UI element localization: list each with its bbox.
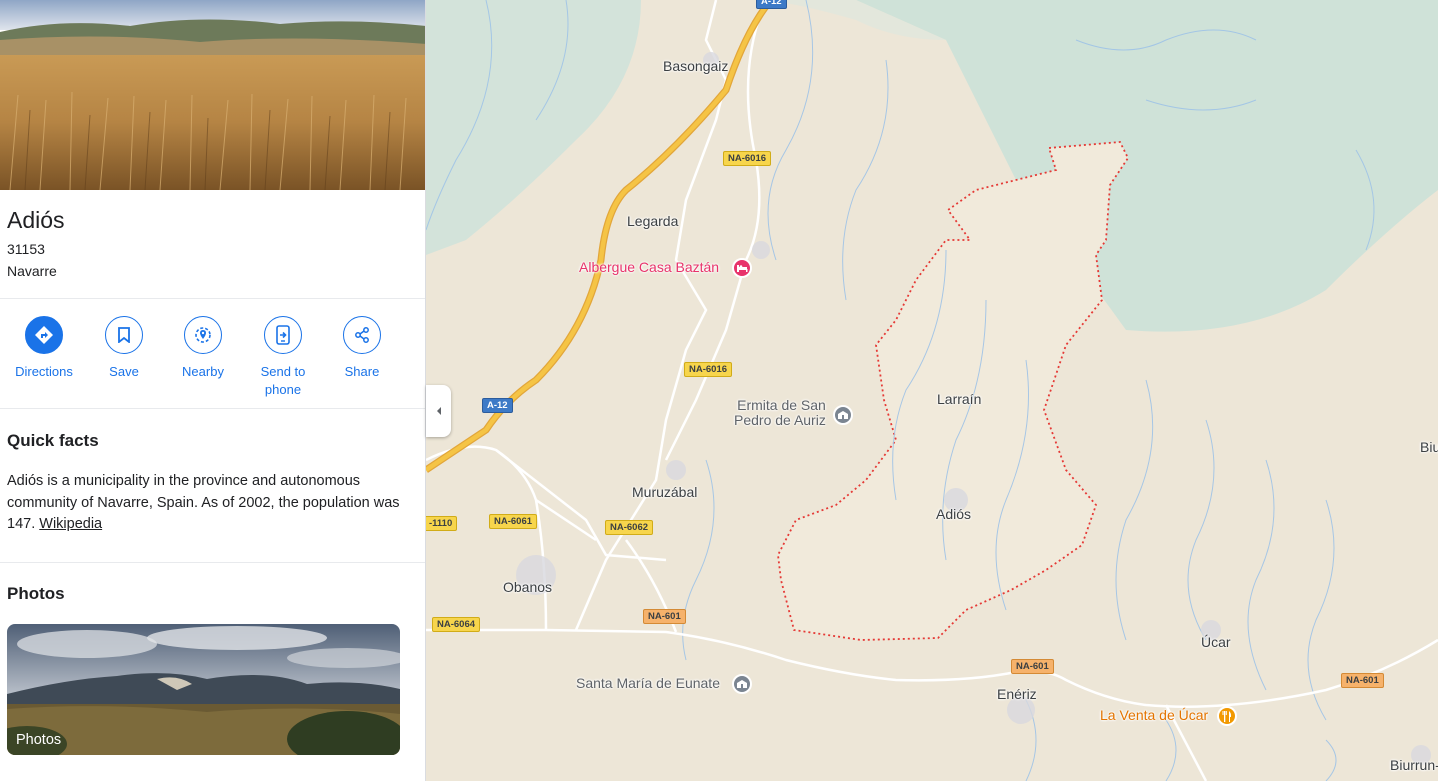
- map-label-muruzabal[interactable]: Muruzábal: [632, 484, 697, 500]
- map-label-basongaiz[interactable]: Basongaiz: [663, 58, 728, 74]
- send-to-phone-button[interactable]: Send to phone: [243, 316, 323, 399]
- nearby-icon: [184, 316, 222, 354]
- send-to-phone-label: Send to phone: [260, 364, 306, 397]
- place-side-panel: Adiós 31153 Navarre Directions Save Near…: [0, 0, 426, 781]
- map-label-eneriz[interactable]: Enériz: [997, 686, 1037, 702]
- photos-card-image: [7, 624, 400, 755]
- collapse-panel-button[interactable]: [426, 385, 451, 437]
- directions-button[interactable]: Directions: [4, 316, 84, 381]
- road-shield-na601: NA-601: [1011, 659, 1054, 674]
- map-label-ucar[interactable]: Úcar: [1201, 634, 1231, 650]
- share-button[interactable]: Share: [322, 316, 402, 381]
- nearby-label: Nearby: [182, 364, 224, 379]
- photos-title: Photos: [7, 584, 65, 603]
- road-shield-na6062: NA-6062: [605, 520, 654, 535]
- road-shield-na6016: NA-6016: [723, 151, 772, 166]
- poi-label-ermita-line2: Pedro de Auriz: [734, 412, 826, 428]
- road-shield-na601: NA-601: [643, 609, 686, 624]
- directions-label: Directions: [15, 364, 73, 379]
- quick-facts-description: Adiós is a municipality in the province …: [7, 471, 407, 536]
- photos-card-label: Photos: [16, 732, 62, 748]
- map-label-adios[interactable]: Adiós: [936, 506, 971, 522]
- poi-label-ermita-line1: Ermita de San: [737, 397, 826, 413]
- map-label-obanos[interactable]: Obanos: [503, 579, 552, 595]
- save-button[interactable]: Save: [84, 316, 164, 381]
- send-to-phone-icon: [264, 316, 302, 354]
- map-label-legarda[interactable]: Legarda: [627, 213, 678, 229]
- divider: [0, 562, 425, 563]
- bookmark-icon: [105, 316, 143, 354]
- place-postal-code: 31153: [7, 241, 45, 257]
- map-label-larrain[interactable]: Larraín: [937, 391, 981, 407]
- wikipedia-link[interactable]: Wikipedia: [39, 516, 102, 532]
- divider: [0, 298, 425, 299]
- map-label-biu[interactable]: Biu: [1420, 439, 1438, 455]
- road-shield-na6016: NA-6016: [684, 362, 733, 377]
- road-shield-1110: -1110: [426, 516, 458, 531]
- restaurant-pin-icon[interactable]: [1217, 706, 1237, 726]
- map-label-biurrun[interactable]: Biurrun-: [1390, 757, 1438, 773]
- road-shield-na6064: NA-6064: [432, 617, 481, 632]
- share-label: Share: [344, 364, 380, 379]
- nearby-button[interactable]: Nearby: [163, 316, 243, 381]
- photos-card[interactable]: Photos: [7, 624, 400, 755]
- hero-photo-image: [0, 0, 425, 190]
- save-label: Save: [109, 364, 139, 379]
- place-region: Navarre: [7, 263, 57, 279]
- road-shield-na6061: NA-6061: [489, 514, 538, 529]
- road-shield-a12-top: A-12: [756, 0, 787, 9]
- map-background: [426, 0, 1438, 781]
- map-canvas[interactable]: Basongaiz Legarda Larraín Adiós Muruzába…: [426, 0, 1438, 781]
- share-icon: [343, 316, 381, 354]
- poi-label-ermita[interactable]: Ermita de San Pedro de Auriz: [734, 398, 826, 428]
- place-title: Adiós: [7, 207, 65, 233]
- divider: [0, 408, 425, 409]
- hotel-pin-icon[interactable]: [732, 258, 752, 278]
- poi-label-albergue[interactable]: Albergue Casa Baztán: [579, 259, 719, 275]
- road-shield-na601: NA-601: [1341, 673, 1384, 688]
- poi-label-la-venta[interactable]: La Venta de Úcar: [1100, 707, 1208, 723]
- hero-photo[interactable]: [0, 0, 425, 190]
- poi-label-santa-maria[interactable]: Santa María de Eunate: [576, 675, 720, 691]
- church-pin-icon[interactable]: [732, 674, 752, 694]
- chevron-left-icon: [436, 407, 441, 415]
- church-pin-icon[interactable]: [833, 405, 853, 425]
- road-shield-a12: A-12: [482, 398, 513, 413]
- directions-icon: [25, 316, 63, 354]
- quick-facts-title: Quick facts: [7, 431, 99, 450]
